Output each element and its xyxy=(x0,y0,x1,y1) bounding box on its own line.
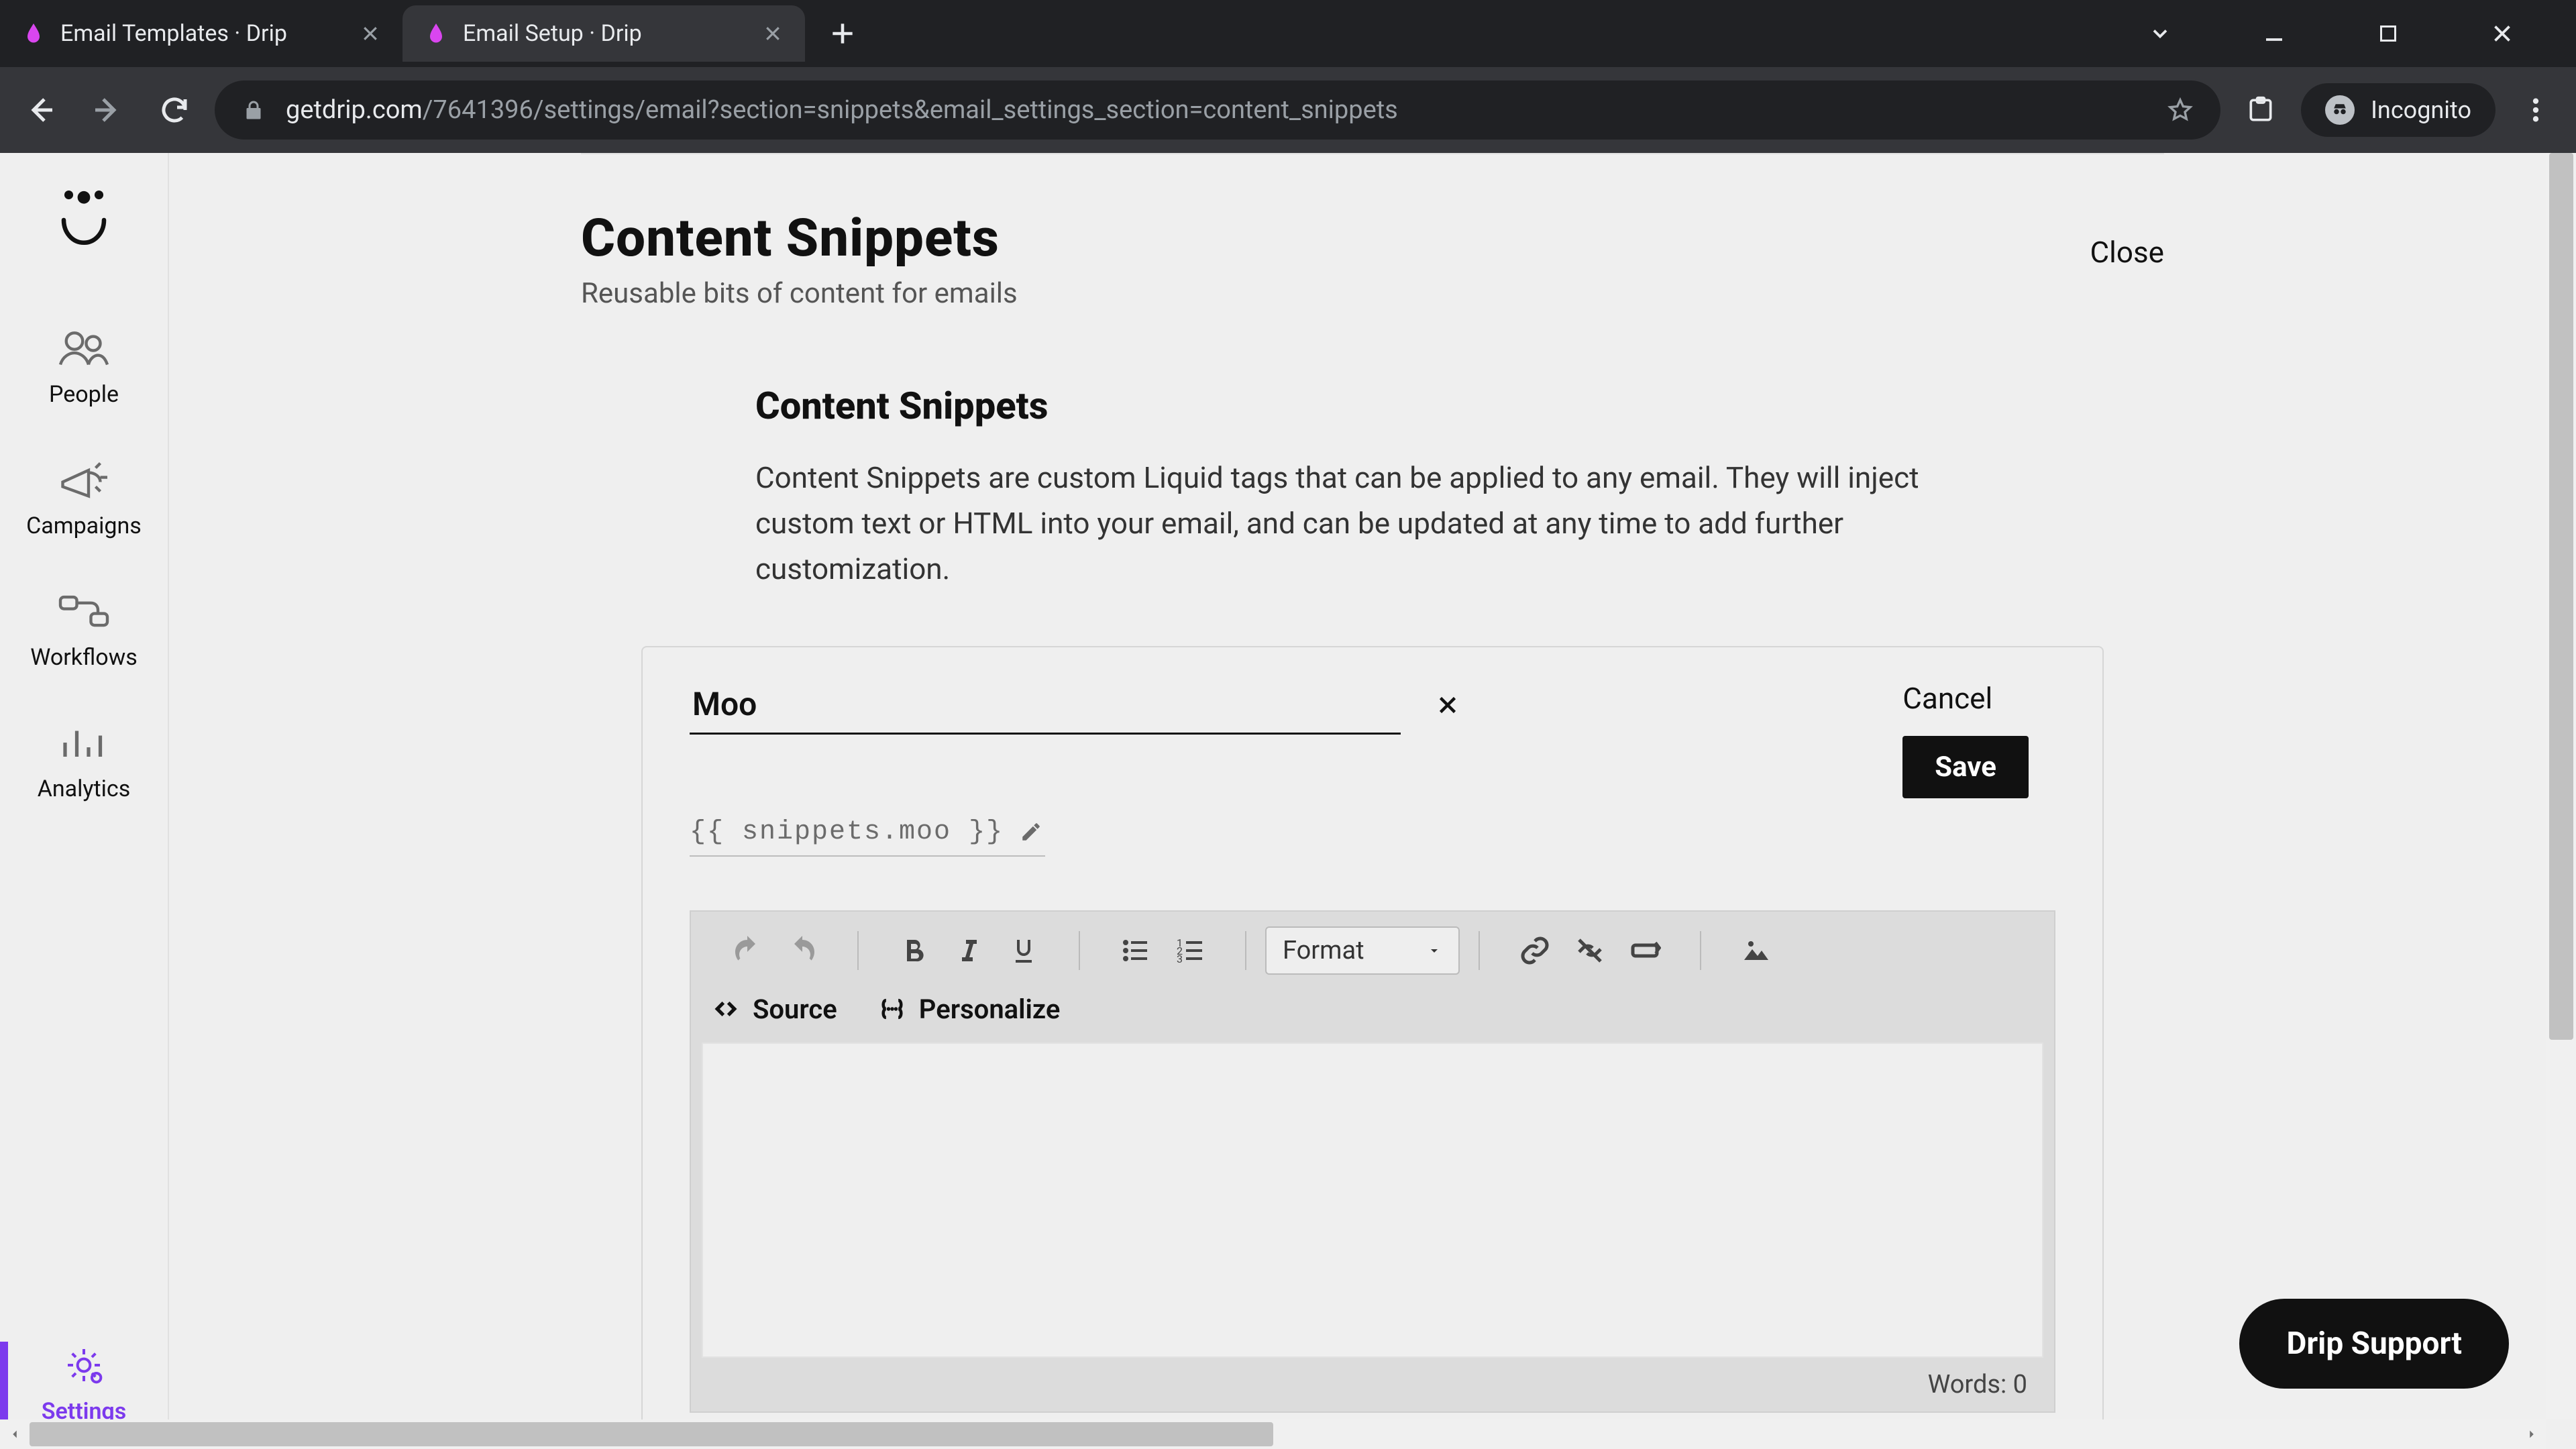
nav-back-button[interactable] xyxy=(13,83,67,137)
save-button[interactable]: Save xyxy=(1902,736,2029,798)
page: People Campaigns Workflows Analytics Set… xyxy=(0,153,2576,1449)
personalize-label: Personalize xyxy=(919,994,1061,1025)
browser-tab[interactable]: Email Templates · Drip xyxy=(0,5,402,62)
vertical-scrollbar[interactable] xyxy=(2546,153,2576,1419)
workflow-icon xyxy=(54,588,114,635)
window-minimize-icon[interactable] xyxy=(2234,7,2314,60)
tab-title: Email Templates · Drip xyxy=(60,20,345,47)
personalize-icon xyxy=(877,996,907,1022)
section-title: Content Snippets xyxy=(755,384,1990,428)
clear-name-icon[interactable] xyxy=(1428,685,1468,725)
section-description: Content Snippets are custom Liquid tags … xyxy=(755,455,1990,592)
lock-icon xyxy=(241,98,266,122)
unlink-icon[interactable] xyxy=(1566,926,1614,975)
close-link[interactable]: Close xyxy=(2090,208,2164,270)
address-bar[interactable]: getdrip.com/7641396/settings/email?secti… xyxy=(215,80,2220,140)
drip-logo-icon[interactable] xyxy=(50,180,117,260)
extensions-icon[interactable] xyxy=(2234,83,2288,137)
gear-icon xyxy=(54,1342,114,1389)
people-icon xyxy=(54,325,114,372)
drip-support-button[interactable]: Drip Support xyxy=(2239,1299,2509,1389)
nav-forward-button[interactable] xyxy=(80,83,134,137)
italic-icon[interactable] xyxy=(945,926,993,975)
bullet-list-icon[interactable] xyxy=(1111,926,1159,975)
format-dropdown[interactable]: Format xyxy=(1265,926,1460,975)
rich-text-editor: 123 Format xyxy=(690,910,2055,1413)
bold-icon[interactable] xyxy=(890,926,938,975)
window-maximize-icon[interactable] xyxy=(2348,7,2428,60)
sidebar-item-people[interactable]: People xyxy=(0,301,168,432)
sidebar-item-label: Analytics xyxy=(38,775,131,802)
section-intro: Content Snippets Content Snippets are cu… xyxy=(581,384,2164,592)
word-count: Words: 0 xyxy=(1928,1370,2027,1399)
scroll-left-icon[interactable] xyxy=(0,1419,30,1449)
liquid-tag-code: {{ snippets.moo }} xyxy=(690,817,1004,847)
svg-text:3: 3 xyxy=(1177,953,1183,965)
drip-favicon-icon xyxy=(423,20,449,47)
tab-title: Email Setup · Drip xyxy=(463,20,747,47)
sidebar: People Campaigns Workflows Analytics Set… xyxy=(0,153,169,1449)
horizontal-scrollbar[interactable] xyxy=(0,1419,2546,1449)
editor-toolbar: 123 Format xyxy=(691,912,2054,989)
sidebar-item-workflows[interactable]: Workflows xyxy=(0,564,168,695)
nav-reload-button[interactable] xyxy=(148,83,201,137)
window-controls xyxy=(2120,7,2563,60)
megaphone-icon xyxy=(54,456,114,503)
tab-close-icon[interactable] xyxy=(761,21,785,46)
sidebar-item-analytics[interactable]: Analytics xyxy=(0,695,168,826)
tab-close-icon[interactable] xyxy=(358,21,382,46)
source-button[interactable]: Source xyxy=(711,994,837,1025)
drip-favicon-icon xyxy=(20,20,47,47)
incognito-label: Incognito xyxy=(2371,96,2471,124)
sidebar-item-campaigns[interactable]: Campaigns xyxy=(0,432,168,564)
nav-bar: getdrip.com/7641396/settings/email?secti… xyxy=(0,67,2576,153)
browser-tab-active[interactable]: Email Setup · Drip xyxy=(402,5,805,62)
button-icon[interactable] xyxy=(1621,926,1669,975)
vertical-scroll-thumb[interactable] xyxy=(2549,153,2573,1040)
bookmark-star-icon[interactable] xyxy=(2167,97,2194,123)
page-subtitle: Reusable bits of content for emails xyxy=(581,277,1018,310)
page-title: Content Snippets xyxy=(581,208,1018,269)
tab-strip: Email Templates · Drip Email Setup · Dri… xyxy=(0,0,2576,67)
snippet-card: Cancel Save {{ snippets.moo }} xyxy=(641,646,2104,1449)
number-list-icon[interactable]: 123 xyxy=(1166,926,1214,975)
incognito-chip[interactable]: Incognito xyxy=(2301,83,2496,137)
analytics-icon xyxy=(54,719,114,766)
snippet-name-input[interactable] xyxy=(690,681,1401,735)
main-content: Content Snippets Reusable bits of conten… xyxy=(169,153,2576,1449)
cancel-button[interactable]: Cancel xyxy=(1902,681,1992,716)
link-icon[interactable] xyxy=(1511,926,1559,975)
chevron-down-icon xyxy=(1426,943,1442,959)
source-label: Source xyxy=(753,994,837,1025)
undo-icon[interactable] xyxy=(723,926,771,975)
browser-chrome: Email Templates · Drip Email Setup · Dri… xyxy=(0,0,2576,153)
editor-content-area[interactable] xyxy=(702,1042,2043,1358)
format-label: Format xyxy=(1283,936,1364,965)
new-tab-button[interactable] xyxy=(818,9,867,58)
tabs-dropdown-icon[interactable] xyxy=(2120,7,2200,60)
liquid-tag-row: {{ snippets.moo }} xyxy=(690,817,1045,857)
browser-menu-icon[interactable] xyxy=(2509,83,2563,137)
url-text: getdrip.com/7641396/settings/email?secti… xyxy=(286,95,2147,125)
code-icon xyxy=(711,996,741,1022)
edit-pencil-icon[interactable] xyxy=(1020,820,1042,843)
sidebar-item-label: Campaigns xyxy=(26,513,142,539)
scroll-right-icon[interactable] xyxy=(2517,1419,2546,1449)
sidebar-item-label: Workflows xyxy=(30,644,138,671)
image-icon[interactable] xyxy=(1732,926,1780,975)
personalize-button[interactable]: Personalize xyxy=(877,994,1061,1025)
horizontal-scroll-thumb[interactable] xyxy=(30,1422,1273,1446)
redo-icon[interactable] xyxy=(778,926,826,975)
editor-footer: Words: 0 xyxy=(691,1358,2054,1411)
window-close-icon[interactable] xyxy=(2462,7,2542,60)
sidebar-item-label: People xyxy=(49,381,119,408)
editor-toolbar-secondary: Source Personalize xyxy=(691,989,2054,1042)
incognito-icon xyxy=(2325,95,2355,125)
underline-icon[interactable] xyxy=(1000,926,1048,975)
page-header: Content Snippets Reusable bits of conten… xyxy=(581,153,2164,310)
